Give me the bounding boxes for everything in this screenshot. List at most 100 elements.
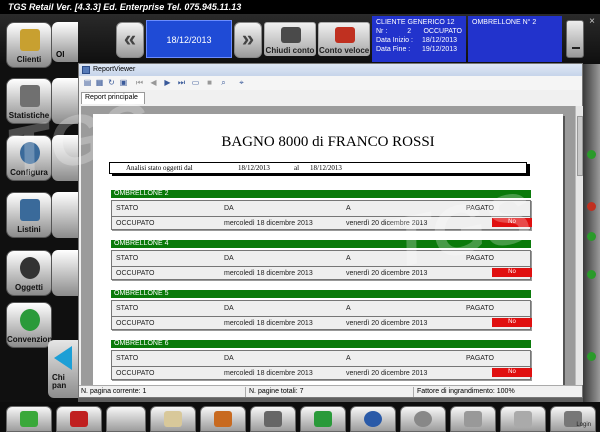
cell-a: venerdì 20 dicembre 2013 <box>346 370 428 377</box>
col-a: A <box>346 305 351 312</box>
sidebar-col2-item[interactable] <box>52 135 78 181</box>
globe-icon <box>364 411 382 427</box>
list-icon <box>20 199 40 221</box>
nr-value: 2 <box>407 28 412 35</box>
data-fine-label: Data Fine : <box>376 46 411 53</box>
zoom-factor: Fattore di ingrandimento: 100% <box>417 388 515 395</box>
sidebar-item-convenzioni[interactable]: Convenzioni <box>6 302 55 348</box>
globe-button[interactable] <box>350 406 396 432</box>
window-icon <box>82 66 90 74</box>
refresh-icon[interactable]: ↻ <box>107 78 116 87</box>
next-date-button[interactable]: » <box>234 22 262 58</box>
group-header: OMBRELLONE 2 <box>111 190 531 198</box>
sidebar-col2-item[interactable] <box>52 192 78 238</box>
zoom-icon[interactable]: ⌖ <box>237 78 246 87</box>
report-scrollbar[interactable] <box>575 106 583 385</box>
divider <box>112 216 530 217</box>
print-icon[interactable]: ▦ <box>95 78 104 87</box>
scrollbar-thumb[interactable] <box>577 116 583 176</box>
side-panel-toggle[interactable]: Chi pan <box>48 340 80 398</box>
divider <box>112 366 530 367</box>
notes-button[interactable] <box>500 406 546 432</box>
settings-button[interactable] <box>400 406 446 432</box>
data-inizio-label: Data Inizio : <box>376 37 413 44</box>
download-button[interactable] <box>300 406 346 432</box>
sidebar-item-configura[interactable]: Configura <box>6 135 52 181</box>
report-viewer-titlebar: ReportViewer <box>79 64 582 76</box>
pizza-button[interactable] <box>200 406 246 432</box>
sidebar-col2-top[interactable]: Ol <box>52 22 78 62</box>
col-a: A <box>346 205 351 212</box>
group-ombrellone: OMBRELLONE 4 STATO DA A PAGATO OCCUPATO … <box>111 240 532 280</box>
pagato-badge: No <box>492 268 532 277</box>
sidebar-item-label: Configura <box>10 168 48 177</box>
subheader-label: Analisi stato oggetti dal <box>126 164 193 172</box>
chiudi-conto-button[interactable]: Chiudi conto <box>264 22 316 56</box>
group-ombrellone: OMBRELLONE 2 STATO DA A PAGATO OCCUPATO … <box>111 190 532 230</box>
cliente-status: OCCUPATO <box>423 28 462 35</box>
bottom-item[interactable] <box>106 406 146 432</box>
group-row: STATO DA A PAGATO OCCUPATO mercoledì 18 … <box>111 350 532 380</box>
notes-icon <box>514 411 532 427</box>
sidebar-item-statistiche[interactable]: Statistiche <box>6 78 52 124</box>
sidebar-item-oggetti[interactable]: Oggetti <box>6 250 52 296</box>
cell-da: mercoledì 18 dicembre 2013 <box>224 370 313 377</box>
menu-toggle-button[interactable] <box>566 20 584 58</box>
page-setup-icon[interactable]: ▭ <box>191 78 200 87</box>
food-icon <box>164 411 182 427</box>
sidebar-item-clienti[interactable]: Clienti <box>6 22 52 68</box>
col-pagato: PAGATO <box>466 205 495 212</box>
cliente-info-panel: CLIENTE GENERICO 12 Nr : 2 OCCUPATO Data I… <box>372 16 466 62</box>
pizza-icon <box>214 411 232 427</box>
cell-a: venerdì 20 dicembre 2013 <box>346 270 428 277</box>
tab-report-principale[interactable]: Report principale <box>81 92 145 104</box>
edit-button[interactable] <box>450 406 496 432</box>
pagato-badge: No <box>492 318 532 327</box>
report-title: BAGNO 8000 di FRANCO ROSSI <box>221 134 435 150</box>
open-icon[interactable]: ▤ <box>83 78 92 87</box>
sidebar-item-listini[interactable]: Listini <box>6 192 52 238</box>
subheader-from: 18/12/2013 <box>238 164 270 172</box>
group-header: OMBRELLONE 4 <box>111 240 531 248</box>
cell-a: venerdì 20 dicembre 2013 <box>346 220 428 227</box>
conto-veloce-label: Conto veloce <box>319 46 370 55</box>
ombrellone-label: OMBRELLONE N° 2 <box>472 19 537 26</box>
group-row: STATO DA A PAGATO OCCUPATO mercoledì 18 … <box>111 250 532 280</box>
users-button[interactable] <box>250 406 296 432</box>
status-dot <box>587 202 596 211</box>
close-icon[interactable]: × <box>586 16 598 28</box>
side-panel-label: Chi pan <box>52 373 67 390</box>
status-dot <box>587 352 596 361</box>
divider <box>245 387 246 397</box>
sync-icon <box>20 309 40 331</box>
sidebar-item-label: Clienti <box>16 55 42 64</box>
prev-page-icon[interactable]: ◀ <box>149 78 158 87</box>
status-dot <box>587 270 596 279</box>
export-icon[interactable]: ▣ <box>119 78 128 87</box>
bar-button[interactable] <box>150 406 196 432</box>
login-label: Login <box>576 422 591 428</box>
stop-icon[interactable]: ■ <box>205 78 214 87</box>
first-page-icon[interactable]: ⏮ <box>135 78 144 87</box>
col-da: DA <box>224 205 234 212</box>
ombrellone-panel: OMBRELLONE N° 2 <box>468 16 562 62</box>
sidebar-col2-item[interactable] <box>52 78 78 124</box>
cell-da: mercoledì 18 dicembre 2013 <box>224 320 313 327</box>
prev-date-button[interactable]: « <box>116 22 144 58</box>
group-ombrellone: OMBRELLONE 6 STATO DA A PAGATO OCCUPATO … <box>111 340 532 380</box>
login-button[interactable]: Login <box>550 406 596 432</box>
cancel-button[interactable] <box>56 406 102 432</box>
lock-button[interactable] <box>6 406 52 432</box>
gear-icon <box>20 142 40 164</box>
cell-da: mercoledì 18 dicembre 2013 <box>224 220 313 227</box>
find-icon[interactable]: ⌕ <box>219 78 228 87</box>
window-title: ReportViewer <box>93 66 136 73</box>
next-page-icon[interactable]: ▶ <box>163 78 172 87</box>
sidebar-col2-item[interactable] <box>52 250 78 296</box>
conto-veloce-button[interactable]: Conto veloce <box>318 22 370 56</box>
group-header: OMBRELLONE 6 <box>111 340 531 348</box>
sidebar-item-label: Statistiche <box>8 111 50 120</box>
last-page-icon[interactable]: ⏭ <box>177 78 186 87</box>
chart-icon <box>20 85 40 107</box>
current-date: 18/12/2013 <box>146 20 232 58</box>
